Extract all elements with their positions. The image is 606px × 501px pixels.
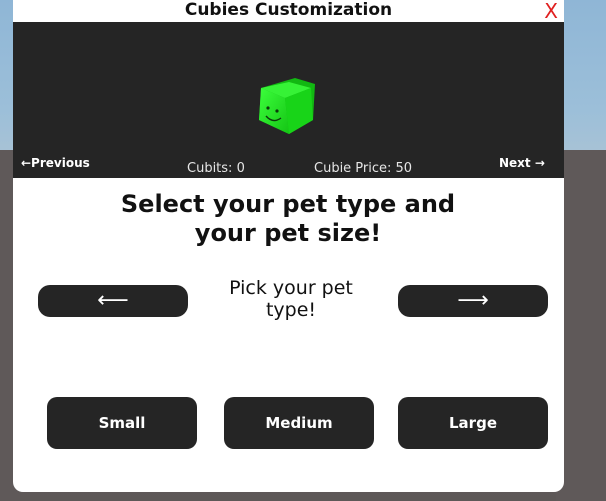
- pet-cube-icon: [255, 68, 319, 136]
- window-title: Cubies Customization: [184, 0, 393, 20]
- page-heading: Select your pet type and your pet size!: [73, 190, 503, 248]
- arrow-left-icon: ⟵: [97, 288, 129, 313]
- previous-type-button[interactable]: ⟵: [38, 285, 188, 317]
- next-button[interactable]: Next →: [499, 156, 545, 170]
- pick-label-line-1: Pick your pet: [229, 277, 353, 299]
- size-large-button[interactable]: Large: [398, 397, 548, 449]
- pet-preview-panel: ←Previous Cubits: 0 Cubie Price: 50 Next…: [13, 22, 564, 178]
- heading-line-2: your pet size!: [194, 219, 382, 247]
- title-bar: Cubies Customization X: [13, 0, 564, 22]
- pick-type-label: Pick your pet type!: [211, 277, 371, 321]
- pick-label-line-2: type!: [265, 299, 317, 321]
- close-button[interactable]: X: [544, 0, 558, 22]
- customization-window: Cubies Customization X ←Previous Cubits:…: [13, 0, 564, 492]
- next-type-button[interactable]: ⟶: [398, 285, 548, 317]
- size-small-button[interactable]: Small: [47, 397, 197, 449]
- previous-button[interactable]: ←Previous: [21, 156, 90, 170]
- size-medium-button[interactable]: Medium: [224, 397, 374, 449]
- cubits-balance: Cubits: 0: [187, 161, 245, 176]
- arrow-right-icon: ⟶: [457, 288, 489, 313]
- cubie-price: Cubie Price: 50: [314, 161, 413, 176]
- heading-line-1: Select your pet type and: [120, 190, 456, 218]
